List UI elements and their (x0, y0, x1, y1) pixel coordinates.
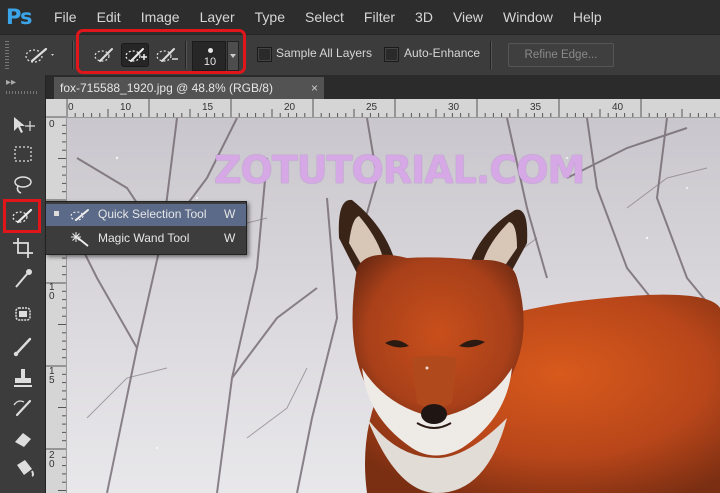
menu-file[interactable]: File (54, 9, 77, 25)
sample-all-layers-label: Sample All Layers (276, 46, 373, 60)
menu-view[interactable]: View (453, 9, 483, 25)
brush-tool[interactable] (8, 333, 38, 359)
flyout-item-label: Quick Selection Tool (98, 207, 207, 221)
ruler-origin[interactable] (46, 99, 67, 117)
tool-flyout-menu: Quick Selection Tool W Magic Wand Tool W (45, 201, 247, 255)
history-brush-tool-icon (13, 399, 32, 417)
menu-select[interactable]: Select (305, 9, 344, 25)
paint-bucket-tool[interactable] (8, 455, 38, 481)
quick-selection-preset-icon (25, 47, 54, 63)
ruler-label: 30 (448, 102, 460, 113)
refine-edge-button[interactable]: Refine Edge... (508, 43, 614, 67)
crop-tool[interactable] (8, 235, 38, 261)
horizontal-ruler[interactable]: 0 5 10 15 20 25 30 35 40 (67, 99, 720, 118)
ruler-label: 20 (284, 102, 296, 113)
separator (72, 41, 73, 69)
menu-type[interactable]: Type (255, 9, 285, 25)
ruler-label: 1 5 (49, 366, 55, 386)
quick-selection-tool-highlight (3, 199, 41, 233)
eyedropper-tool[interactable] (8, 265, 38, 291)
spot-healing-tool-icon (15, 307, 31, 321)
document-tab-title: fox-715588_1920.jpg @ 48.8% (RGB/8) (60, 81, 273, 95)
paint-bucket-tool-icon (17, 460, 34, 477)
ruler-label: 40 (612, 102, 624, 113)
move-tool[interactable] (8, 111, 38, 137)
lasso-tool[interactable] (8, 171, 38, 197)
separator (490, 41, 491, 69)
brush-tool-icon (13, 337, 32, 357)
vertical-ruler[interactable]: 0 5 1 0 1 5 2 0 (46, 117, 67, 493)
document-tab-bar: fox-715588_1920.jpg @ 48.8% (RGB/8) × (46, 75, 720, 99)
eraser-tool-icon (15, 433, 31, 447)
crop-tool-icon (13, 238, 33, 258)
menu-help[interactable]: Help (573, 9, 602, 25)
menu-layer[interactable]: Layer (200, 9, 235, 25)
ruler-label: 15 (202, 102, 214, 113)
selection-mode-highlight (76, 29, 246, 74)
ruler-label: 0 (49, 119, 55, 130)
flyout-item-label: Magic Wand Tool (98, 231, 190, 245)
eraser-tool[interactable] (8, 425, 38, 451)
sample-all-layers-checkbox[interactable] (257, 47, 272, 62)
menu-3d[interactable]: 3D (415, 9, 433, 25)
ruler-label: 35 (530, 102, 542, 113)
tools-panel: ▸▸ (0, 75, 46, 493)
ruler-label: 0 (68, 102, 74, 113)
ruler-label: 25 (366, 102, 378, 113)
marquee-tool-icon (14, 146, 32, 162)
options-bar-grip[interactable] (5, 41, 9, 69)
auto-enhance-checkbox[interactable] (384, 47, 399, 62)
watermark-text: ZOTUTORIAL.COM (214, 148, 585, 192)
photoshop-logo: Ps (6, 5, 33, 29)
move-tool-icon (14, 117, 35, 133)
document-tab[interactable]: fox-715588_1920.jpg @ 48.8% (RGB/8) × (54, 77, 324, 99)
lasso-tool-icon (14, 176, 32, 194)
flyout-item-quick-selection[interactable]: Quick Selection Tool W (46, 204, 246, 226)
auto-enhance-label: Auto-Enhance (404, 46, 481, 60)
ruler-label: 1 0 (49, 282, 55, 302)
close-tab-icon[interactable]: × (311, 77, 318, 99)
menu-image[interactable]: Image (141, 9, 180, 25)
collapse-toolbar-icon[interactable]: ▸▸ (6, 77, 16, 88)
magic-wand-tool-icon (68, 230, 94, 248)
quick-selection-tool-icon (68, 206, 94, 224)
menu-edit[interactable]: Edit (97, 9, 121, 25)
eyedropper-tool-icon (15, 269, 32, 288)
ruler-label: 2 0 (49, 450, 55, 470)
menu-window[interactable]: Window (503, 9, 553, 25)
menu-filter[interactable]: Filter (364, 9, 395, 25)
flyout-item-magic-wand[interactable]: Magic Wand Tool W (46, 228, 246, 250)
flyout-item-shortcut: W (224, 231, 236, 245)
ruler-ticks (46, 117, 66, 491)
spot-healing-tool[interactable] (8, 301, 38, 327)
history-brush-tool[interactable] (8, 395, 38, 421)
ruler-label: 10 (120, 102, 132, 113)
tools-panel-grip[interactable] (6, 91, 38, 94)
clone-stamp-tool-icon (14, 369, 32, 387)
flyout-item-shortcut: W (224, 207, 236, 221)
marquee-tool[interactable] (8, 141, 38, 167)
clone-stamp-tool[interactable] (8, 365, 38, 391)
selected-bullet-icon (54, 211, 59, 216)
tool-preset-picker[interactable] (20, 41, 60, 69)
